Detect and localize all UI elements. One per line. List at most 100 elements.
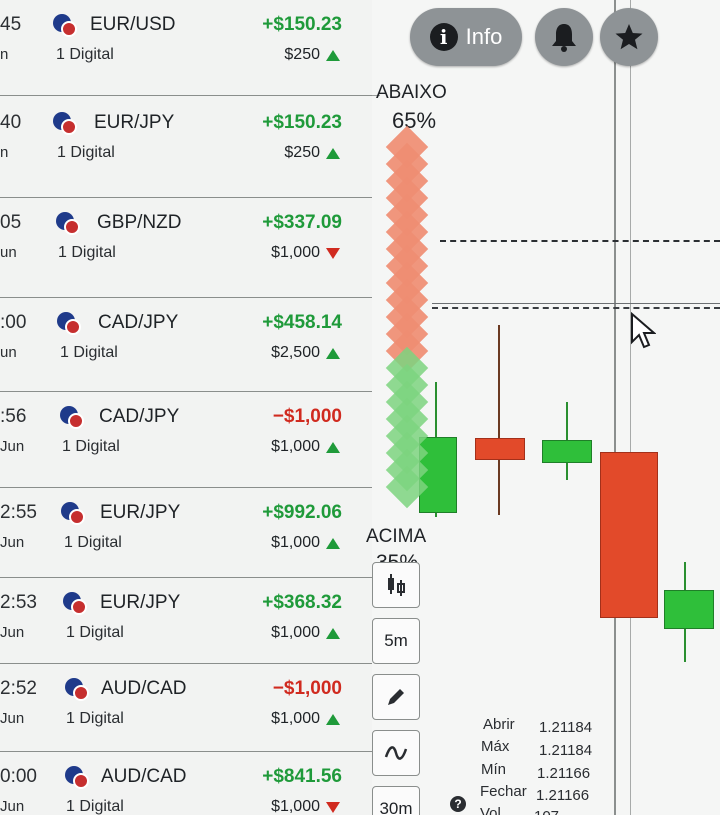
ohlc-volume-value: 107 (534, 808, 559, 815)
ohlc-open-label: Abrir (483, 716, 515, 733)
trade-row[interactable]: :00 un CAD/JPY 1 Digital +$458.14 $2,500 (0, 298, 372, 392)
trade-date: n (0, 46, 9, 63)
currency-pair-flag-icon (53, 112, 77, 135)
trade-time: :00 (0, 312, 27, 333)
candle (600, 452, 658, 618)
trade-profit: −$1,000 (272, 678, 342, 699)
arrow-up-icon (326, 49, 340, 61)
favorites-button[interactable] (600, 8, 658, 66)
trade-amount-value: $1,000 (271, 710, 320, 727)
trade-date: n (0, 144, 9, 161)
expiry-button[interactable]: 30m (372, 786, 420, 815)
trade-row[interactable]: 2:55 Jun EUR/JPY 1 Digital +$992.06 $1,000 (0, 488, 372, 578)
trade-asset: CAD/JPY (98, 312, 179, 333)
timeframe-button[interactable]: 5m (372, 618, 420, 664)
currency-pair-flag-icon (63, 592, 87, 615)
currency-pair-flag-icon (61, 502, 85, 525)
trade-amount: $1,000 (271, 534, 340, 552)
info-button[interactable]: i Info (410, 8, 522, 66)
arrow-up-icon (326, 713, 340, 725)
trade-row[interactable]: 2:53 Jun EUR/JPY 1 Digital +$368.32 $1,000 (0, 578, 372, 664)
ohlc-close-label: Fechar (480, 783, 527, 800)
currency-pair-flag-icon (56, 212, 80, 235)
candle (542, 440, 592, 463)
indicators-button[interactable] (372, 730, 420, 776)
trade-date: Jun (0, 438, 25, 455)
trade-asset: CAD/JPY (99, 406, 180, 427)
trade-amount-value: $250 (284, 46, 320, 63)
candles-icon (388, 574, 405, 596)
trade-date: Jun (0, 624, 25, 641)
trade-amount: $250 (284, 144, 340, 162)
trade-time: 40 (0, 112, 22, 133)
row-divider (0, 95, 372, 96)
trade-date: Jun (0, 710, 25, 727)
chart-type-button[interactable] (372, 562, 420, 608)
sentiment-down-label: ABAIXO (376, 82, 447, 103)
notifications-button[interactable] (535, 8, 593, 66)
trade-profit: +$992.06 (262, 502, 342, 523)
trade-row[interactable]: :56 Jun CAD/JPY 1 Digital −$1,000 $1,000 (0, 392, 372, 488)
trade-row[interactable]: 0:00 Jun AUD/CAD 1 Digital +$841.56 $1,000 (0, 752, 372, 815)
trade-row[interactable]: 2:52 Jun AUD/CAD 1 Digital −$1,000 $1,000 (0, 664, 372, 752)
trade-type: 1 Digital (56, 46, 114, 63)
trade-time: 05 (0, 212, 22, 233)
ohlc-high-label: Máx (481, 738, 510, 755)
trade-profit: +$368.32 (262, 592, 342, 613)
arrow-down-icon (326, 247, 340, 259)
trade-amount: $1,000 (271, 438, 340, 456)
arrow-up-icon (326, 441, 340, 453)
trade-amount: $1,000 (271, 798, 340, 815)
trade-profit: −$1,000 (272, 406, 342, 427)
trade-row[interactable]: 45 n EUR/USD 1 Digital +$150.23 $250 (0, 0, 372, 96)
timeframe-label: 5m (384, 631, 408, 650)
mouse-cursor-icon (631, 312, 656, 349)
trade-asset: AUD/CAD (101, 766, 187, 787)
wave-icon (384, 746, 408, 760)
expiry-label: 30m (379, 799, 413, 815)
trade-row[interactable]: 05 un GBP/NZD 1 Digital +$337.09 $1,000 (0, 198, 372, 298)
trade-amount-value: $2,500 (271, 344, 320, 361)
trade-type: 1 Digital (66, 798, 124, 815)
drawing-tools-button[interactable] (372, 674, 420, 720)
trade-type: 1 Digital (66, 710, 124, 727)
trade-profit: +$150.23 (262, 14, 342, 35)
trade-amount-value: $1,000 (271, 624, 320, 641)
candle (664, 590, 714, 629)
trade-amount-value: $1,000 (271, 798, 320, 815)
chart-time-line (614, 0, 616, 815)
trade-history-panel: 45 n EUR/USD 1 Digital +$150.23 $250 40 n EUR/JP… (0, 0, 372, 815)
trade-asset: GBP/NZD (97, 212, 182, 233)
trade-time: 45 (0, 14, 22, 35)
trade-type: 1 Digital (58, 244, 116, 261)
trade-type: 1 Digital (57, 144, 115, 161)
arrow-up-icon (326, 347, 340, 359)
candle (475, 438, 525, 460)
trade-asset: AUD/CAD (101, 678, 187, 699)
trade-time: 2:55 (0, 502, 37, 523)
arrow-up-icon (326, 147, 340, 159)
trade-asset: EUR/JPY (94, 112, 175, 133)
trade-amount-value: $250 (284, 144, 320, 161)
trade-amount-value: $1,000 (271, 244, 320, 261)
currency-pair-flag-icon (65, 678, 89, 701)
trade-row[interactable]: 40 n EUR/JPY 1 Digital +$150.23 $250 (0, 98, 372, 198)
trade-type: 1 Digital (66, 624, 124, 641)
ohlc-close-value: 1.21166 (536, 787, 590, 804)
arrow-up-icon (326, 627, 340, 639)
sentiment-up-label: ACIMA (366, 526, 427, 547)
trade-amount: $1,000 (271, 244, 340, 262)
help-icon[interactable]: ? (450, 796, 466, 812)
trade-amount: $1,000 (271, 710, 340, 728)
arrow-down-icon (326, 801, 340, 813)
trade-type: 1 Digital (60, 344, 118, 361)
currency-pair-flag-icon (65, 766, 89, 789)
current-price-line (432, 307, 720, 309)
trade-date: un (0, 344, 17, 361)
sentiment-down-percent: 65% (392, 108, 437, 133)
chart-time-line (630, 0, 631, 815)
trade-profit: +$458.14 (262, 312, 342, 333)
trade-amount: $2,500 (271, 344, 340, 362)
info-icon: i (429, 23, 458, 51)
trade-amount: $250 (284, 46, 340, 64)
